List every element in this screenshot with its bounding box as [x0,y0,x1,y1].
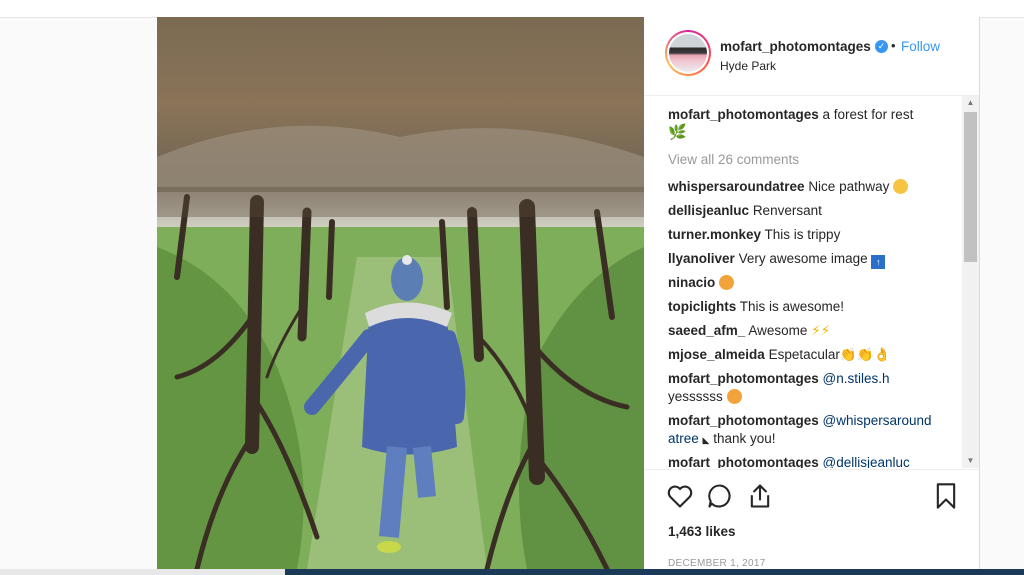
comment-text: Espetacular [768,347,840,362]
comment-username[interactable]: mofart_photomontages [668,413,819,428]
follow-button[interactable]: Follow [901,39,940,54]
comment-mention[interactable]: @whispersaround [823,413,932,428]
comment-row: mofart_photomontages @whispersaround atr… [668,412,958,449]
scroll-up-arrow-icon[interactable]: ▲ [962,96,979,110]
comment-text: Awesome [748,323,808,338]
comments-list[interactable]: mofart_photomontages a forest for rest 🌿… [644,96,964,468]
comment-row: mjose_almeida Espetacular👏👏👌 [668,346,958,364]
comment-username[interactable]: topiclights [668,299,736,314]
small-emoji-icon: ◣ [702,435,710,445]
top-nav-bar [0,0,1024,18]
grin-emoji-icon [893,179,909,194]
comment-row: topiclights This is awesome! [668,298,958,316]
comment-text: This is awesome! [739,299,845,314]
scroll-thumb[interactable] [964,112,977,262]
post-username[interactable]: mofart_photomontages [720,39,871,54]
post-date: DECEMBER 1, 2017 [668,558,766,569]
post-image[interactable] [157,17,644,569]
post-actions: 1,463 likes DECEMBER 1, 2017 [644,469,979,570]
comment-text: yessssss [668,389,723,404]
comment-mention[interactable]: @dellisjeanluc [823,455,910,468]
post-location[interactable]: Hyde Park [720,59,776,73]
photo-scene [157,17,644,569]
share-icon[interactable] [746,482,774,510]
avatar[interactable] [665,30,711,76]
bookmark-icon[interactable] [932,482,960,510]
view-all-comments[interactable]: View all 26 comments [668,152,799,167]
caption-username[interactable]: mofart_photomontages [668,107,819,122]
comment-row: ninacio [668,274,958,292]
comment-mention[interactable]: @n.stiles.h [823,371,890,386]
comment-row: mofart_photomontages @n.stiles.h yesssss… [668,370,958,406]
comment-username[interactable]: ninacio [668,275,715,290]
comment-username[interactable]: saeed_afm_ [668,323,745,338]
comment-username[interactable]: whispersaroundatree [668,179,805,194]
comment-row: turner.monkey This is trippy [668,226,958,244]
comment-username[interactable]: mofart_photomontages [668,455,819,468]
comment-row: llyanoliver Very awesome image ↑ [668,250,958,269]
heart-icon[interactable] [666,482,694,510]
scroll-down-arrow-icon[interactable]: ▼ [962,454,979,468]
comment-username[interactable]: mofart_photomontages [668,371,819,386]
comment-row: mofart_photomontages @dellisjeanluc [668,454,958,468]
caption: mofart_photomontages a forest for rest 🌿 [668,106,958,142]
lightning-emoji-icon: ⚡⚡ [811,323,831,338]
comment-text: thank you! [713,431,776,446]
likes-count[interactable]: 1,463 likes [668,524,736,539]
cat-emoji-icon [726,389,742,404]
separator-dot: • [891,38,896,53]
bottom-bar-left [0,569,285,575]
comment-text: This is trippy [764,227,841,242]
comment-icon[interactable] [706,482,734,510]
comment-text: Renversant [752,203,822,218]
heart-eyes-emoji-icon [719,275,735,290]
post-sidebar: mofart_photomontages ✓ • Follow Hyde Par… [644,17,979,569]
comment-text: Very awesome image [738,251,868,266]
comment-row: whispersaroundatree Nice pathway [668,178,958,196]
comment-username[interactable]: dellisjeanluc [668,203,749,218]
comment-username[interactable]: llyanoliver [668,251,735,266]
verified-badge-icon: ✓ [875,40,888,53]
comment-text: Nice pathway [808,179,890,194]
comment-mention-cont[interactable]: atree [668,431,699,446]
leaf-icon: 🌿 [668,124,687,141]
top-arrow-icon: ↑ [871,255,886,269]
caption-text: a forest for rest [822,107,914,122]
comments-scrollbar[interactable]: ▲ ▼ [962,96,979,468]
comment-row: saeed_afm_ Awesome ⚡⚡ [668,322,958,340]
comment-row: dellisjeanluc Renversant [668,202,958,220]
post-header: mofart_photomontages ✓ • Follow Hyde Par… [644,17,979,96]
comment-username[interactable]: mjose_almeida [668,347,765,362]
comment-username[interactable]: turner.monkey [668,227,761,242]
avatar-image [667,32,709,74]
bottom-bar [285,569,1024,575]
clap-emoji-icon: 👏👏👌 [839,347,891,362]
